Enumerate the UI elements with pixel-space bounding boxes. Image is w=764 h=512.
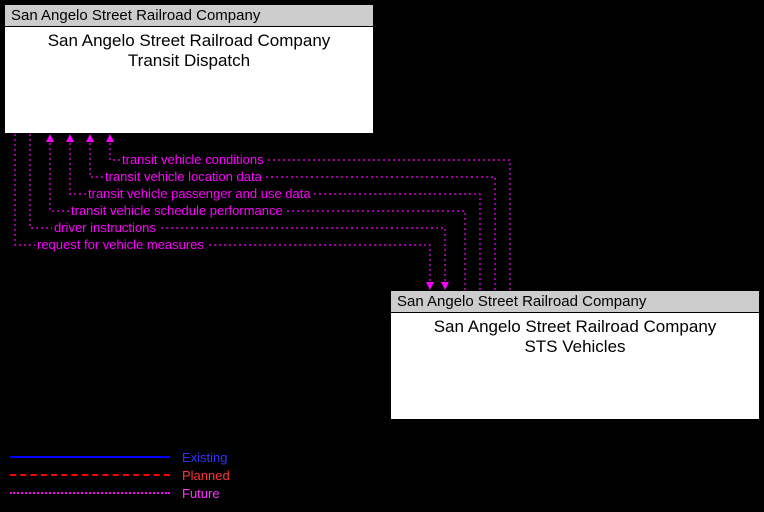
legend: Existing Planned Future: [10, 448, 230, 502]
legend-line-planned: [10, 474, 170, 476]
legend-row-existing: Existing: [10, 448, 230, 466]
legend-label-existing: Existing: [182, 450, 228, 465]
node-title-top-line1: San Angelo Street Railroad Company: [48, 31, 331, 50]
flow-label-driver: driver instructions: [52, 220, 158, 235]
flow-label-schedule: transit vehicle schedule performance: [69, 203, 285, 218]
legend-label-planned: Planned: [182, 468, 230, 483]
flow-label-request: request for vehicle measures: [35, 237, 206, 252]
node-sts-vehicles: San Angelo Street Railroad Company San A…: [390, 290, 760, 420]
legend-row-future: Future: [10, 484, 230, 502]
flow-label-location: transit vehicle location data: [103, 169, 264, 184]
flow-label-passenger: transit vehicle passenger and use data: [86, 186, 313, 201]
node-title-bottom-line1: San Angelo Street Railroad Company: [434, 317, 717, 336]
legend-line-existing: [10, 456, 170, 458]
flow-label-conditions: transit vehicle conditions: [120, 152, 266, 167]
node-title-bottom-line2: STS Vehicles: [524, 337, 625, 356]
legend-line-future: [10, 492, 170, 494]
node-header-bottom: San Angelo Street Railroad Company: [391, 291, 759, 313]
node-title-top-line2: Transit Dispatch: [128, 51, 250, 70]
node-transit-dispatch: San Angelo Street Railroad Company San A…: [4, 4, 374, 134]
node-title-bottom: San Angelo Street Railroad Company STS V…: [391, 313, 759, 358]
legend-label-future: Future: [182, 486, 220, 501]
node-header-top: San Angelo Street Railroad Company: [5, 5, 373, 27]
legend-row-planned: Planned: [10, 466, 230, 484]
node-title-top: San Angelo Street Railroad Company Trans…: [5, 27, 373, 72]
